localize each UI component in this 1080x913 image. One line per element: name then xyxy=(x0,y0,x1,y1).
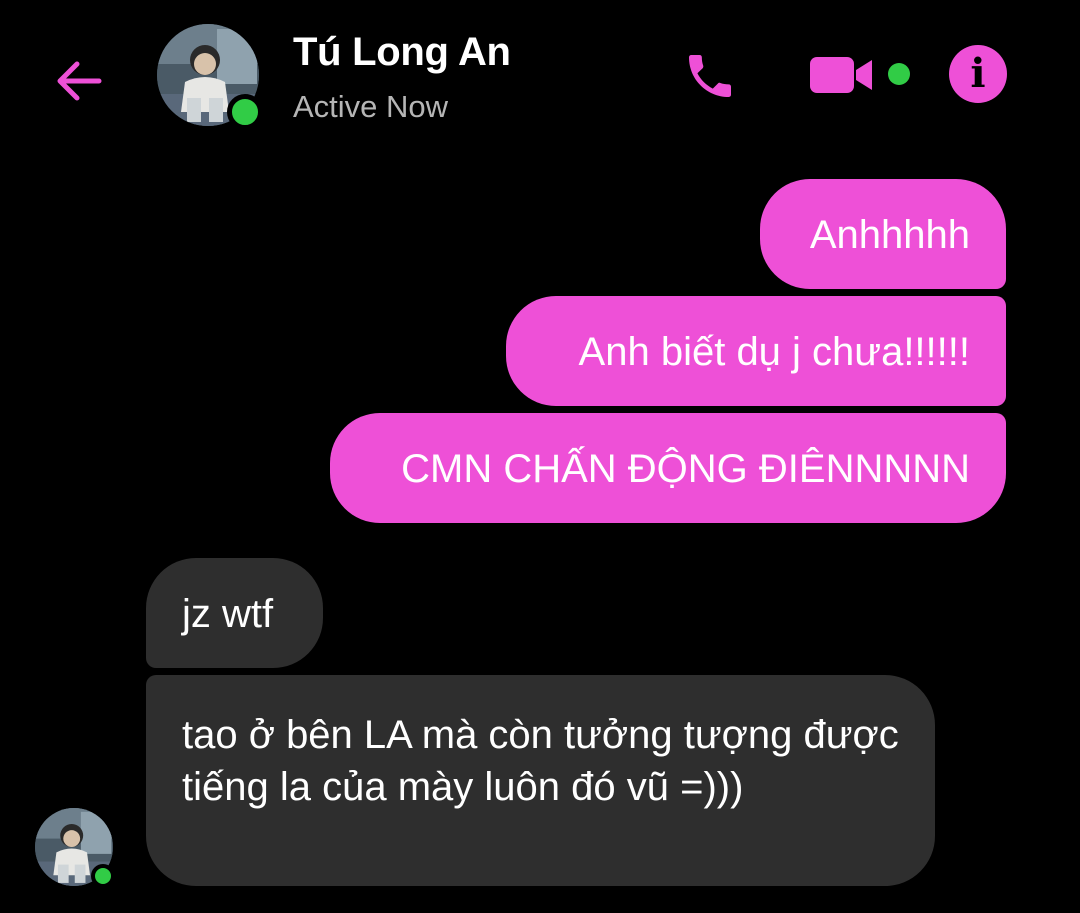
message-bubble-outgoing[interactable]: CMN CHẤN ĐỘNG ĐIÊNNNNN xyxy=(330,413,1006,523)
back-button[interactable] xyxy=(50,52,108,110)
voice-call-button[interactable] xyxy=(680,46,740,106)
contact-status: Active Now xyxy=(293,89,449,124)
chat-header: Tú Long An Active Now i xyxy=(0,0,1080,150)
message-bubble-outgoing[interactable]: Anhhhhh xyxy=(760,179,1006,289)
video-active-dot xyxy=(888,63,910,85)
message-bubble-incoming[interactable]: tao ở bên LA mà còn tưởng tượng được tiế… xyxy=(146,675,935,886)
contact-name[interactable]: Tú Long An xyxy=(293,30,511,75)
info-icon: i xyxy=(970,50,986,97)
phone-icon xyxy=(689,55,731,97)
video-camera-icon xyxy=(810,57,872,93)
online-status-dot xyxy=(91,864,115,888)
message-bubble-outgoing[interactable]: Anh biết dụ j chưa!!!!!! xyxy=(506,296,1006,406)
contact-avatar[interactable] xyxy=(157,24,263,130)
message-bubble-incoming[interactable]: jz wtf xyxy=(146,558,323,668)
info-button[interactable]: i xyxy=(949,45,1007,103)
online-status-dot xyxy=(227,94,263,130)
arrow-left-icon xyxy=(57,61,102,101)
video-call-button[interactable] xyxy=(808,50,878,100)
sender-avatar[interactable] xyxy=(35,808,115,888)
